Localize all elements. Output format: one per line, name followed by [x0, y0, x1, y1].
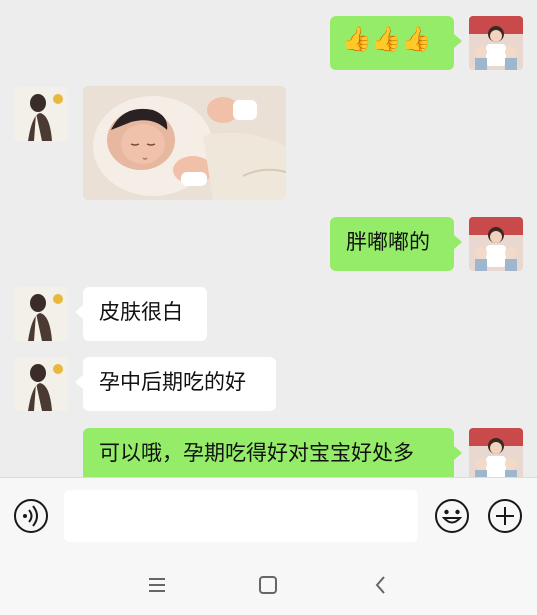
message-bubble-received[interactable]: 孕中后期吃的好 — [75, 357, 276, 411]
thumbs-up-emoji: 👍👍👍 — [342, 25, 432, 53]
message-input[interactable] — [64, 490, 418, 542]
message-text: 孕中后期吃的好 — [99, 370, 246, 394]
system-nav-bar — [0, 555, 537, 615]
message-text: 可以哦，孕期吃得好对宝宝好处多 — [99, 441, 414, 465]
home-icon[interactable] — [254, 571, 282, 599]
my-avatar[interactable] — [469, 428, 523, 477]
voice-icon[interactable] — [13, 498, 49, 534]
back-icon[interactable] — [367, 571, 395, 599]
chat-area: 👍👍👍 胖嘟嘟的 皮肤很白 孕中后期吃的好 可以哦，孕期吃得好对宝宝好处多 — [0, 0, 537, 477]
message-bubble-sent[interactable]: 👍👍👍 — [330, 16, 462, 70]
contact-avatar[interactable] — [14, 357, 68, 411]
my-avatar[interactable] — [469, 217, 523, 271]
menu-icon[interactable] — [143, 571, 171, 599]
emoji-icon[interactable] — [434, 498, 470, 534]
message-bubble-sent[interactable]: 胖嘟嘟的 — [330, 217, 462, 271]
plus-icon[interactable] — [487, 498, 523, 534]
shared-photo[interactable] — [83, 86, 286, 200]
chat-input-bar — [0, 477, 537, 555]
message-text: 皮肤很白 — [99, 300, 183, 324]
message-bubble-received[interactable]: 皮肤很白 — [75, 287, 207, 341]
message-bubble-sent[interactable]: 可以哦，孕期吃得好对宝宝好处多 — [83, 428, 462, 477]
message-text: 胖嘟嘟的 — [346, 230, 430, 254]
contact-avatar[interactable] — [14, 287, 68, 341]
contact-avatar[interactable] — [14, 87, 68, 141]
my-avatar[interactable] — [469, 16, 523, 70]
